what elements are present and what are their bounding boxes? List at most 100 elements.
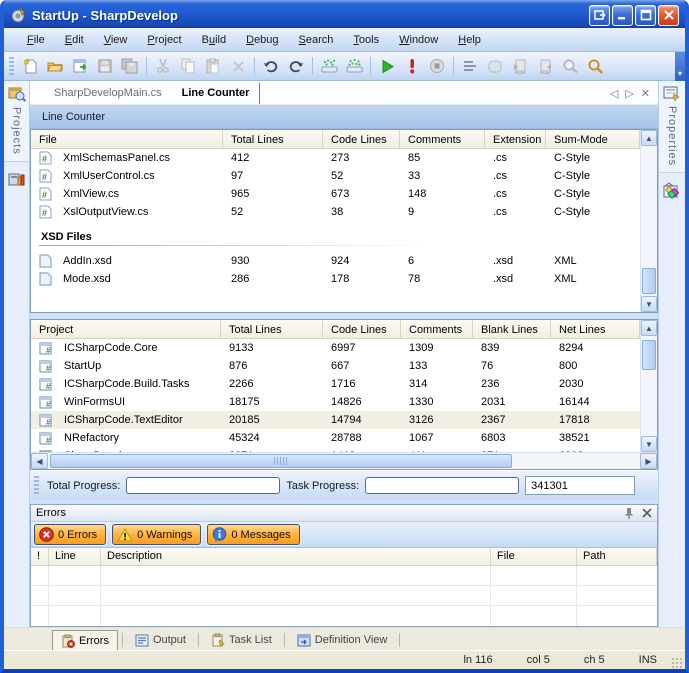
menu-item-edit[interactable]: Edit (56, 31, 93, 49)
task-progress-label: Task Progress: (286, 480, 359, 492)
properties-tool-tab[interactable]: Properties (659, 81, 685, 173)
close-document-button[interactable]: ✕ (641, 87, 650, 100)
titlebar[interactable]: StartUp - SharpDevelop (4, 0, 685, 28)
classes-tool-tab[interactable] (8, 170, 26, 188)
undo-icon[interactable] (259, 55, 283, 78)
cs-file-icon: # (39, 151, 52, 165)
table-row[interactable]: Mode.xsd 28617878.xsdXML (31, 270, 640, 288)
table-row[interactable]: #XmlSchemasPanel.cs 41227385.csC-Style (31, 149, 640, 167)
files-table-header[interactable]: File Total Lines Code Lines Comments Ext… (31, 130, 640, 149)
warnings-filter-button[interactable]: 0 Warnings (112, 524, 201, 545)
search-icon[interactable] (583, 55, 607, 78)
open-folder-icon[interactable] (43, 55, 67, 78)
group-header-xsd-files: XSD Files (31, 221, 640, 245)
menu-item-help[interactable]: Help (449, 31, 490, 49)
menu-item-project[interactable]: Project (138, 31, 190, 49)
scroll-thumb[interactable] (642, 268, 656, 294)
tab-definition-view[interactable]: Definition View (289, 630, 396, 650)
table-row[interactable]: #XslOutputView.cs 52389.csC-Style (31, 203, 640, 221)
paste-icon[interactable] (201, 55, 225, 78)
menu-item-view[interactable]: View (95, 31, 137, 49)
tab-task-list[interactable]: Task List (203, 630, 280, 650)
tab-sharpdevelopmain-cs[interactable]: SharpDevelopMain.cs (44, 83, 172, 104)
tab-line-counter[interactable]: Line Counter (172, 83, 261, 104)
delete-icon[interactable] (226, 55, 250, 78)
build-icon[interactable] (317, 55, 341, 78)
toolbox-tool-tab[interactable] (663, 181, 682, 199)
app-icon (10, 7, 27, 24)
open-form-arrow-icon[interactable] (68, 55, 92, 78)
errors-filter-button[interactable]: 0 Errors (34, 524, 106, 545)
error-icon (39, 527, 54, 542)
menu-item-debug[interactable]: Debug (237, 31, 287, 49)
next-tab-button[interactable]: ▷ (625, 87, 633, 100)
stop-icon[interactable] (425, 55, 449, 78)
col-file: File (31, 130, 223, 149)
redo-icon[interactable] (284, 55, 308, 78)
run-icon[interactable] (375, 55, 399, 78)
scroll-up-button[interactable]: ▲ (641, 130, 657, 146)
breakpoint-icon[interactable] (483, 55, 507, 78)
progress-strip-grip[interactable] (34, 476, 39, 496)
svg-text:#: # (46, 346, 51, 355)
step-over-icon[interactable] (533, 55, 557, 78)
rebuild-icon[interactable] (342, 55, 366, 78)
files-table-scrollbar[interactable]: ▲ ▼ (640, 130, 657, 312)
save-icon[interactable] (93, 55, 117, 78)
save-all-icon[interactable] (118, 55, 142, 78)
table-row[interactable]: #ICSharpCode.Build.Tasks 226617163142362… (31, 375, 640, 393)
errors-table-header[interactable]: ! Line Description File Path (31, 548, 657, 566)
task-list-tab-icon (211, 633, 225, 647)
scroll-left-button[interactable]: ◀ (31, 453, 48, 469)
scroll-right-button[interactable]: ▶ (640, 453, 657, 469)
close-panel-icon[interactable] (642, 508, 652, 518)
scroll-down-button[interactable]: ▼ (641, 436, 657, 452)
find-in-files-icon[interactable] (558, 55, 582, 78)
maximize-button[interactable] (635, 5, 656, 26)
empty-row (31, 586, 657, 606)
menu-item-build[interactable]: Build (193, 31, 235, 49)
scroll-down-button[interactable]: ▼ (641, 296, 657, 312)
warning-icon (117, 528, 133, 542)
table-row[interactable]: #XmlUserControl.cs 975233.csC-Style (31, 167, 640, 185)
prev-tab-button[interactable]: ◁ (610, 87, 618, 100)
scroll-thumb[interactable] (642, 340, 656, 370)
table-row[interactable]: #WinFormsUI 18175148261330203116144 (31, 393, 640, 411)
cut-icon[interactable] (151, 55, 175, 78)
scroll-thumb[interactable] (50, 454, 512, 468)
menu-item-file[interactable]: File (18, 31, 54, 49)
resize-grip[interactable] (671, 657, 683, 669)
properties-icon (663, 85, 681, 101)
table-row-highlighted[interactable]: #ICSharpCode.TextEditor 2018514794312623… (31, 411, 640, 429)
close-button[interactable] (658, 5, 679, 26)
tab-errors[interactable]: Errors (52, 630, 118, 650)
projects-tool-tab[interactable]: Projects (4, 81, 29, 162)
projects-table-scrollbar[interactable]: ▲ ▼ (640, 320, 657, 452)
step-into-icon[interactable] (508, 55, 532, 78)
menu-item-tools[interactable]: Tools (344, 31, 388, 49)
menu-item-search[interactable]: Search (290, 31, 343, 49)
pin-icon[interactable] (623, 507, 634, 519)
toolbar-grip[interactable] (9, 57, 14, 75)
project-icon: # (39, 342, 53, 355)
total-progress-label: Total Progress: (47, 480, 120, 492)
table-row[interactable]: #XmlView.cs 965673148.csC-Style (31, 185, 640, 203)
projects-table-header[interactable]: Project Total Lines Code Lines Comments … (31, 320, 640, 339)
messages-filter-button[interactable]: 0 Messages (207, 524, 299, 545)
table-row[interactable]: #NRefactory 45324287881067680338521 (31, 429, 640, 447)
table-row[interactable]: #StartUp 87666713376800 (31, 357, 640, 375)
menu-item-window[interactable]: Window (390, 31, 447, 49)
copy-icon[interactable] (176, 55, 200, 78)
new-file-icon[interactable] (18, 55, 42, 78)
table-row[interactable]: #ICSharpCode.Core 9133699713098398294 (31, 339, 640, 357)
toolbar-overflow-button[interactable]: ▾ (675, 52, 685, 81)
undock-button[interactable] (589, 5, 610, 26)
minimize-button[interactable] (612, 5, 633, 26)
projects-table-hscrollbar[interactable]: ◀ ▶ (31, 452, 657, 469)
project-icon: # (39, 360, 53, 373)
steps-icon[interactable] (458, 55, 482, 78)
table-row[interactable]: AddIn.xsd 9309246.xsdXML (31, 252, 640, 270)
run-without-debug-icon[interactable] (400, 55, 424, 78)
tab-output[interactable]: Output (127, 630, 194, 650)
scroll-up-button[interactable]: ▲ (641, 320, 657, 336)
